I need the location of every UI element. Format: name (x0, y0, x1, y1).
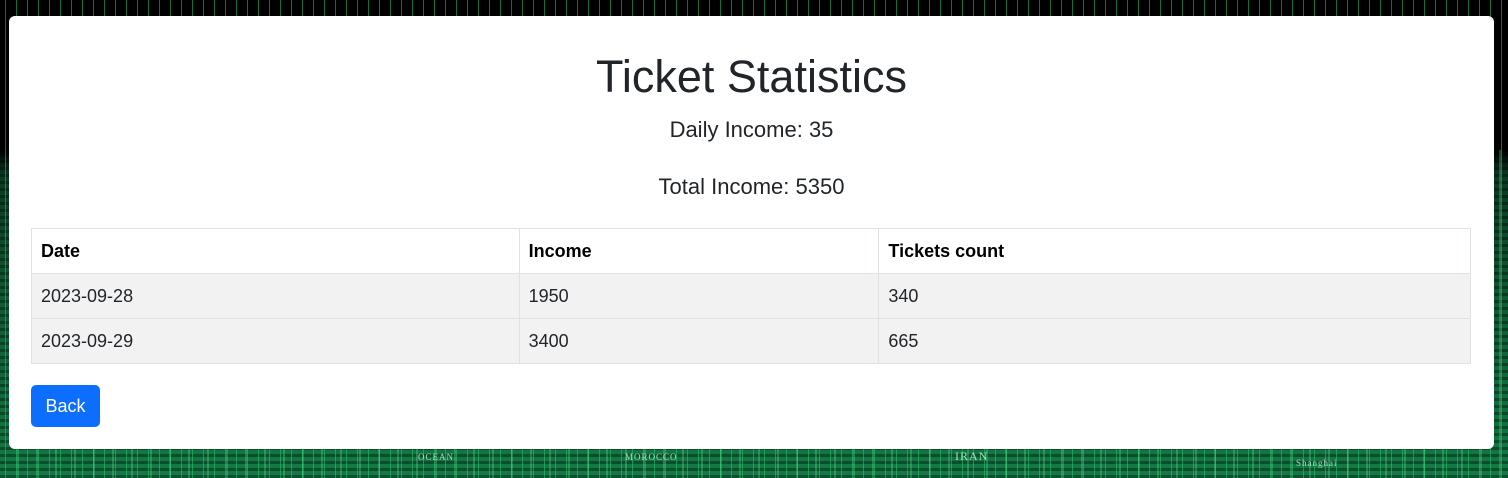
map-label-morocco: MOROCCO (625, 452, 678, 462)
map-label-iran: IRAN (955, 449, 989, 463)
table-row: 2023-09-28 1950 340 (31, 273, 1471, 319)
cell-income: 1950 (518, 273, 880, 319)
back-button[interactable]: Back (31, 385, 100, 427)
daily-income: Daily Income: 35 (669, 117, 834, 142)
total-income: Total Income: 5350 (658, 174, 845, 199)
table-row: 2023-09-29 3400 665 (31, 318, 1471, 364)
cell-tickets-count: 665 (878, 318, 1471, 364)
cell-tickets-count: 340 (878, 273, 1471, 319)
map-label-ocean: OCEAN (418, 452, 454, 462)
page-title: Ticket Statistics (596, 51, 907, 102)
cell-income: 3400 (518, 318, 880, 364)
table-header-row: Date Income Tickets count (31, 228, 1471, 274)
column-header-income: Income (518, 228, 880, 274)
column-header-tickets-count: Tickets count (878, 228, 1471, 274)
cell-date: 2023-09-29 (31, 318, 520, 364)
map-label-shanghai: Shanghai (1296, 458, 1338, 468)
statistics-table: Date Income Tickets count 2023-09-28 195… (31, 228, 1471, 364)
statistics-card: Ticket Statistics Daily Income: 35 Total… (9, 16, 1494, 449)
cell-date: 2023-09-28 (31, 273, 520, 319)
column-header-date: Date (31, 228, 520, 274)
